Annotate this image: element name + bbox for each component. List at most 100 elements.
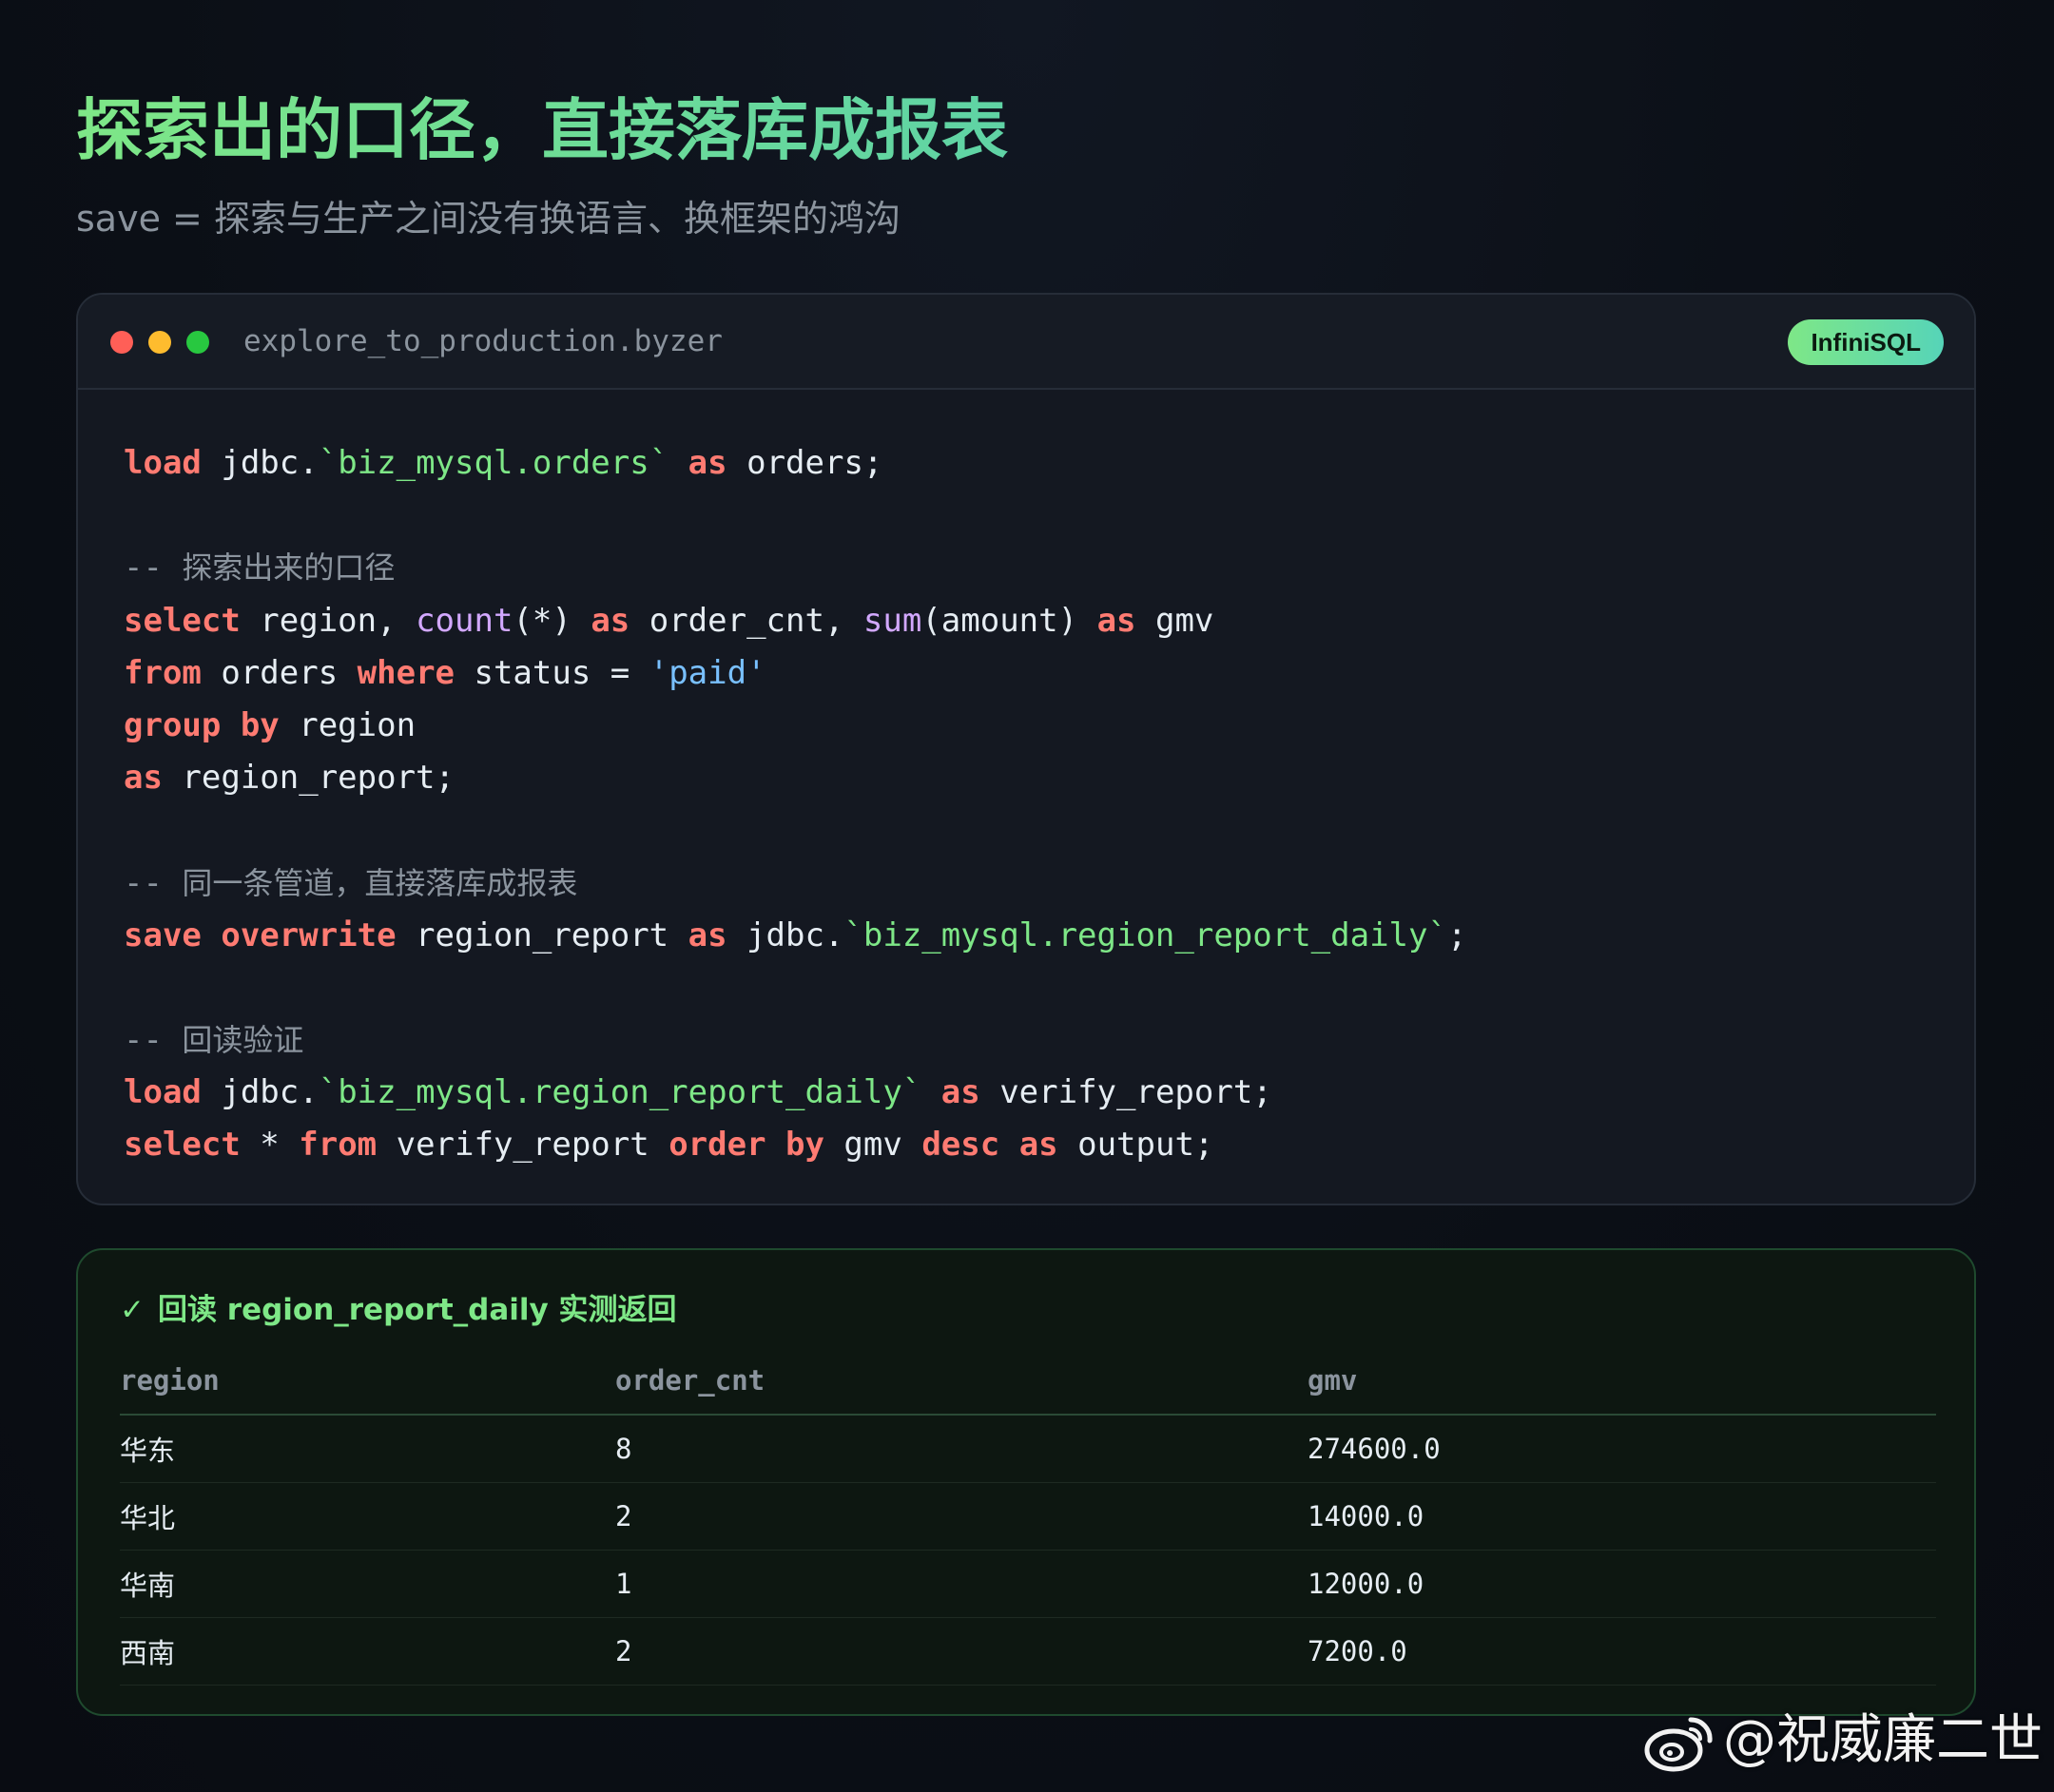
check-icon: ✓ xyxy=(120,1293,145,1327)
weibo-icon xyxy=(1644,1717,1713,1772)
cell-region: 西南 xyxy=(120,1617,615,1686)
code-token: `biz_mysql.orders` xyxy=(318,444,669,482)
code-token: verify_report; xyxy=(979,1073,1272,1112)
code-token: region, xyxy=(240,601,417,640)
code-token: desc xyxy=(921,1126,1000,1165)
code-token: load xyxy=(124,1073,202,1112)
code-token: * xyxy=(240,1126,300,1165)
code-token: select xyxy=(124,601,241,640)
page-subtitle: save = 探索与生产之间没有换语言、换框架的鸿沟 xyxy=(76,198,901,240)
minimize-window-dot[interactable] xyxy=(148,331,171,354)
result-heading-text: 回读 region_report_daily 实测返回 xyxy=(157,1293,677,1327)
code-token: jdbc. xyxy=(201,1073,319,1112)
code-token: as xyxy=(1018,1126,1058,1165)
code-token: -- xyxy=(124,1021,183,1060)
code-line: select * from verify_report order by gmv… xyxy=(124,1119,1466,1171)
code-token: gmv xyxy=(1135,601,1214,640)
code-token: as xyxy=(688,915,727,954)
close-window-dot[interactable] xyxy=(110,331,133,354)
code-token: region_report xyxy=(396,915,688,954)
code-token: as xyxy=(688,444,727,482)
code-token: as xyxy=(124,759,163,798)
code-line: as region_report; xyxy=(124,752,1466,804)
result-table: region order_cnt gmv 华东 8 274600.0 华北 2 … xyxy=(120,1347,1936,1686)
code-window: explore_to_production.byzer InfiniSQL lo… xyxy=(76,293,1976,1205)
code-token: `biz_mysql.region_report_daily` xyxy=(318,1073,922,1112)
code-token: region_report; xyxy=(162,759,455,798)
code-token: group by xyxy=(124,705,280,744)
code-line: -- 同一条管道，直接落库成报表 xyxy=(124,857,1466,910)
code-token: from xyxy=(299,1126,378,1165)
watermark: @祝威廉二世 xyxy=(1643,1703,2043,1779)
page-title: 探索出的口径，直接落库成报表 xyxy=(76,87,1008,173)
cell-gmv: 274600.0 xyxy=(1308,1415,1936,1483)
code-token: as xyxy=(1096,601,1136,640)
code-line: group by region xyxy=(124,700,1466,752)
code-token: -- xyxy=(124,549,183,588)
code-window-titlebar: explore_to_production.byzer InfiniSQL xyxy=(78,295,1974,390)
code-token: count xyxy=(416,601,514,640)
cell-region: 华南 xyxy=(120,1550,615,1618)
code-token: 同一条管道，直接落库成报表 xyxy=(182,864,578,901)
code-line: from orders where status = 'paid' xyxy=(124,647,1466,700)
maximize-window-dot[interactable] xyxy=(186,331,209,354)
cell-gmv: 7200.0 xyxy=(1308,1617,1936,1686)
column-header-gmv: gmv xyxy=(1308,1347,1936,1416)
code-line: -- 探索出来的口径 xyxy=(124,542,1466,594)
code-token: orders xyxy=(201,653,358,692)
code-token: jdbc. xyxy=(201,444,319,482)
column-header-order-cnt: order_cnt xyxy=(615,1347,1308,1416)
code-token: (amount) xyxy=(921,601,1097,640)
table-row: 华东 8 274600.0 xyxy=(120,1415,1936,1483)
code-token: where xyxy=(357,653,455,692)
code-token: verify_report xyxy=(377,1126,669,1165)
code-token: select xyxy=(124,1126,241,1165)
code-token: sum xyxy=(862,601,922,640)
result-heading: ✓ 回读 region_report_daily 实测返回 xyxy=(120,1286,677,1334)
cell-order-cnt: 8 xyxy=(615,1415,1308,1483)
result-panel: ✓ 回读 region_report_daily 实测返回 region orde… xyxy=(76,1248,1976,1716)
code-line: select region, count(*) as order_cnt, su… xyxy=(124,595,1466,647)
code-token: orders; xyxy=(727,444,883,482)
code-token: output; xyxy=(1057,1126,1214,1165)
watermark-text: @祝威廉二世 xyxy=(1723,1709,2043,1771)
code-token: 探索出来的口径 xyxy=(182,549,396,587)
code-token: order by xyxy=(669,1126,824,1165)
cell-gmv: 14000.0 xyxy=(1308,1482,1936,1551)
code-line: save overwrite region_report as jdbc.`bi… xyxy=(124,910,1466,962)
code-token: (*) xyxy=(513,601,591,640)
table-header-row: region order_cnt gmv xyxy=(120,1347,1936,1416)
cell-region: 华东 xyxy=(120,1415,615,1483)
table-row: 华北 2 14000.0 xyxy=(120,1482,1936,1551)
code-token: as xyxy=(591,601,630,640)
cell-order-cnt: 1 xyxy=(615,1550,1308,1618)
code-token: `biz_mysql.region_report_daily` xyxy=(843,915,1447,954)
code-line: load jdbc.`biz_mysql.orders` as orders; xyxy=(124,437,1466,490)
code-token: jdbc. xyxy=(727,915,844,954)
table-row: 华南 1 12000.0 xyxy=(120,1550,1936,1618)
code-token: gmv xyxy=(824,1126,922,1165)
code-token: 'paid' xyxy=(649,653,766,692)
code-token: order_cnt, xyxy=(630,601,863,640)
table-row: 西南 2 7200.0 xyxy=(120,1617,1936,1686)
code-line: -- 回读验证 xyxy=(124,1014,1466,1067)
code-token: ; xyxy=(1446,915,1467,954)
cell-order-cnt: 2 xyxy=(615,1482,1308,1551)
code-token: 回读验证 xyxy=(182,1022,304,1059)
column-header-region: region xyxy=(120,1347,615,1416)
code-editor[interactable]: load jdbc.`biz_mysql.orders` as orders; -… xyxy=(124,437,1466,1172)
code-line: load jdbc.`biz_mysql.region_report_daily… xyxy=(124,1067,1466,1119)
code-token: save overwrite xyxy=(124,915,397,954)
language-badge: InfiniSQL xyxy=(1788,319,1944,365)
code-token: load xyxy=(124,444,202,482)
file-name: explore_to_production.byzer xyxy=(243,324,723,358)
cell-gmv: 12000.0 xyxy=(1308,1550,1936,1618)
cell-region: 华北 xyxy=(120,1482,615,1551)
code-token: -- xyxy=(124,863,183,902)
code-token: as xyxy=(940,1073,980,1112)
